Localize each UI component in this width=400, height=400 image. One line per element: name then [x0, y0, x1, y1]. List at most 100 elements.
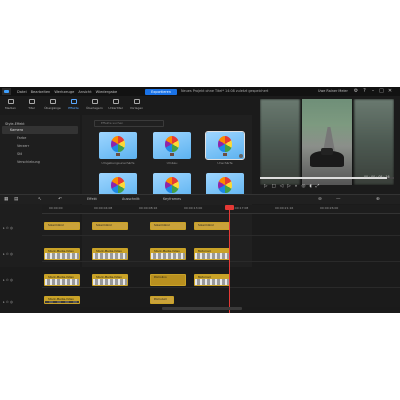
- media-icon: [7, 99, 14, 104]
- timeline-view-icon[interactable]: ▦: [4, 197, 8, 202]
- volume-icon[interactable]: ◖: [309, 183, 311, 191]
- timeline-clip[interactable]: Stock-Media-Video: [150, 248, 186, 260]
- tree-item-camera[interactable]: Kamera: [2, 126, 78, 134]
- playback-controls: ▷ □ ◁ ▷ » ◎ ◖ ⤢: [264, 183, 394, 191]
- timeline-clip[interactable]: Motorrad: [194, 248, 230, 260]
- snapshot-icon[interactable]: ◎: [301, 183, 305, 191]
- zoom-in-icon[interactable]: ⊕: [376, 197, 380, 202]
- title-bar: Datei Bearbeiten Werkzeuge Ansicht Wiede…: [0, 87, 400, 96]
- timeline-clip[interactable]: Motorrad: [194, 274, 230, 286]
- timeline-scrollbar[interactable]: [42, 307, 400, 310]
- template-icon: [133, 99, 140, 104]
- balloon-icon: [111, 136, 125, 152]
- maximize-icon[interactable]: □: [379, 88, 385, 94]
- timeline-toolbar: ▦ ▤ ↖ ↶ Effekt Ausschnitt Keyframes ⊖ — …: [0, 194, 400, 204]
- timeline-clip[interactable]: Solarmikrol: [150, 222, 186, 230]
- transition-icon: [49, 99, 56, 104]
- tab-title[interactable]: Titel: [21, 97, 42, 114]
- settings-icon[interactable]: ⚙: [353, 88, 359, 94]
- menu-tools[interactable]: Werkzeuge: [54, 90, 74, 94]
- tab-transitions[interactable]: Übergänge: [42, 97, 63, 114]
- balloon-icon: [218, 136, 232, 152]
- overlay-icon: [91, 99, 98, 104]
- scroll-thumb[interactable]: [162, 307, 242, 310]
- tab-templates[interactable]: Vorlagen: [126, 97, 147, 114]
- ruler-tick: 00:00:08:16: [139, 206, 158, 210]
- menu-edit[interactable]: Bearbeiten: [31, 90, 51, 94]
- timeline-clip[interactable]: Solarmikrol: [194, 222, 230, 230]
- tree-item-shift[interactable]: Verschiebung: [0, 158, 80, 166]
- menu-view[interactable]: Ansicht: [78, 90, 91, 94]
- undo-icon[interactable]: ↶: [58, 197, 62, 202]
- timeline-clip[interactable]: Pomolino: [150, 274, 186, 286]
- timeline-clip[interactable]: Solarmikrol: [44, 222, 80, 230]
- prev-frame-icon[interactable]: ◁: [280, 183, 283, 191]
- project-title: Neues Projekt ohne Titel* 14:08 zuletzt …: [181, 89, 269, 93]
- timeline-clip[interactable]: Stock-Media-Video: [92, 274, 128, 286]
- playhead[interactable]: [229, 206, 230, 313]
- fullscreen-icon[interactable]: ⤢: [316, 183, 320, 191]
- title-icon: [28, 99, 35, 104]
- tree-item-color[interactable]: Farbe: [0, 134, 80, 142]
- effect-thumb-1[interactable]: [99, 132, 137, 159]
- add-icon[interactable]: [239, 154, 243, 158]
- cursor-icon[interactable]: ↖: [38, 197, 42, 202]
- preview-frame: [302, 99, 352, 185]
- search-input[interactable]: Effekte suchen: [94, 120, 164, 127]
- timeline-ruler[interactable]: 00:00:00 00:00:04:08 00:00:08:16 00:00:1…: [42, 205, 400, 214]
- effect-label-3: Unschärfe: [217, 161, 233, 165]
- ruler-tick: 00:00:21:16: [275, 206, 294, 210]
- effect-label-2: Umbau: [166, 161, 178, 165]
- timeline-clip[interactable]: Solarmikrol: [92, 222, 128, 230]
- zoom-out-icon[interactable]: ⊖: [318, 197, 322, 202]
- video-preview[interactable]: [260, 99, 394, 185]
- keyframes-button[interactable]: Keyframes: [163, 197, 181, 201]
- app-logo-icon: [2, 88, 11, 95]
- fast-forward-icon[interactable]: »: [295, 183, 298, 191]
- close-icon[interactable]: ✕: [387, 88, 393, 94]
- minimize-icon[interactable]: –: [370, 88, 376, 94]
- ruler-tick: 00:00:00: [49, 206, 63, 210]
- menu-file[interactable]: Datei: [17, 90, 27, 94]
- effect-thumb-2[interactable]: [153, 132, 191, 159]
- media-tabs: Medien Titel Übergänge Effekte Überlager…: [0, 97, 150, 114]
- track-header[interactable]: ▸ ⊙ ◍: [0, 274, 42, 286]
- effect-button[interactable]: Effekt: [87, 197, 97, 201]
- play-icon[interactable]: ▷: [264, 183, 267, 191]
- balloon-icon: [165, 177, 179, 193]
- tab-overlays[interactable]: Überlagern: [84, 97, 105, 114]
- user-name[interactable]: Uwe Rainer Meier: [318, 89, 348, 93]
- effects-category-tree: Style-Effekt Kamera Farbe Verzerr Stil V…: [0, 115, 80, 267]
- timeline-clip[interactable]: Pomulum: [150, 296, 174, 304]
- timeline-clip[interactable]: Stock-Media-Video: [44, 248, 80, 260]
- editor-window: Datei Bearbeiten Werkzeuge Ansicht Wiede…: [0, 87, 400, 313]
- tree-item-distort[interactable]: Verzerr: [0, 142, 80, 150]
- effect-thumb-3[interactable]: [205, 131, 245, 160]
- menu-bar: Datei Bearbeiten Werkzeuge Ansicht Wiede…: [17, 90, 121, 94]
- balloon-icon: [165, 136, 179, 152]
- window-controls: ⚙ ? – □ ✕: [353, 88, 396, 94]
- track-header[interactable]: ▸ ⊙ ◍: [0, 296, 42, 308]
- track-header[interactable]: ▸ ⊙ ◍: [0, 222, 42, 234]
- tab-effects[interactable]: Effekte: [63, 97, 84, 114]
- zoom-slider-icon[interactable]: —: [336, 197, 341, 202]
- effects-icon: [70, 99, 77, 104]
- next-frame-icon[interactable]: ▷: [287, 183, 290, 191]
- balloon-icon: [111, 177, 125, 193]
- timeline-clip[interactable]: Stock-Media-Video: [44, 274, 80, 286]
- export-button[interactable]: Exportieren: [145, 88, 177, 95]
- storyboard-icon[interactable]: ▤: [14, 197, 18, 202]
- help-icon[interactable]: ?: [362, 88, 368, 94]
- timeline-clip[interactable]: Stock-Media-Video: [92, 248, 128, 260]
- tree-header[interactable]: Style-Effekt: [0, 115, 80, 126]
- tab-media[interactable]: Medien: [0, 97, 21, 114]
- tab-subtitles[interactable]: Untertitel: [105, 97, 126, 114]
- crop-button[interactable]: Ausschnitt: [122, 197, 140, 201]
- menu-playback[interactable]: Wiedergabe: [96, 90, 118, 94]
- timeline-clip[interactable]: Stock-Media-Video: [44, 296, 80, 304]
- tree-item-style[interactable]: Stil: [0, 150, 80, 158]
- preview-timecode: 00 : 00 : 08 : 16: [364, 175, 390, 179]
- stop-icon[interactable]: □: [271, 183, 275, 191]
- track-header[interactable]: ▸ ⊙ ◍: [0, 248, 42, 260]
- ruler-tick: 00:00:04:08: [94, 206, 113, 210]
